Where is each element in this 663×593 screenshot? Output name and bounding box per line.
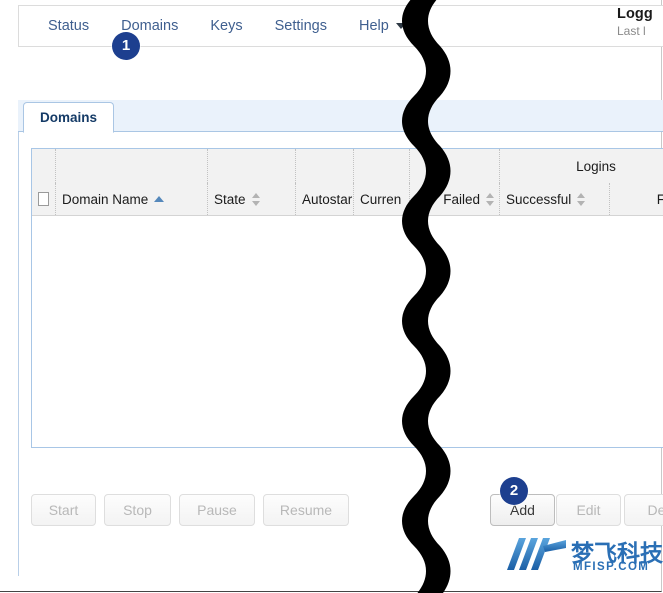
logged-in-label: Logg: [617, 6, 653, 22]
chevron-down-icon: [395, 23, 406, 29]
tab-label: Domains: [40, 110, 98, 125]
watermark-logo-icon: [507, 538, 566, 570]
application-window: Status Domains Keys Settings Help Logg L…: [0, 0, 663, 593]
nav-item-keys[interactable]: Keys: [194, 6, 258, 46]
nav-item-label: Help: [358, 18, 389, 34]
header-group-logins-label: Logins: [576, 158, 616, 174]
account-info: Logg Last l: [617, 6, 663, 38]
nav-item-label: Keys: [210, 18, 243, 34]
column-header-label: Faile: [656, 191, 663, 207]
stop-button[interactable]: Stop: [104, 494, 171, 526]
column-header-label: Failed: [443, 191, 480, 207]
column-header-label: Autostar: [302, 191, 353, 207]
pause-button[interactable]: Pause: [179, 494, 255, 526]
column-header-failed-2[interactable]: Faile: [610, 183, 663, 215]
column-header-autostart[interactable]: Autostar: [296, 183, 354, 215]
column-header-domain-name[interactable]: Domain Name: [56, 183, 208, 215]
column-header-state[interactable]: State: [208, 183, 296, 215]
grid-header-column-row: Domain Name State Autostar Curren Failed: [32, 183, 663, 215]
button-label: Resume: [279, 502, 333, 518]
grid-header-group-row: Logins: [32, 149, 663, 215]
step-badge-label: 2: [509, 482, 519, 499]
button-label: Start: [48, 502, 79, 518]
step-badge-2: 2: [500, 477, 528, 505]
sort-toggle-icon[interactable]: [577, 192, 586, 206]
domains-grid: Logins Domain Name State Autostar Curren…: [31, 148, 663, 448]
sort-toggle-icon[interactable]: [251, 192, 261, 206]
watermark: 梦飞科技 MFISP.COM: [505, 536, 663, 580]
resume-button[interactable]: Resume: [263, 494, 349, 526]
edit-button[interactable]: Edit: [556, 494, 621, 526]
sort-toggle-icon[interactable]: [486, 192, 495, 206]
nav-item-help[interactable]: Help: [343, 6, 422, 46]
column-header-successful[interactable]: Successful: [500, 183, 610, 215]
column-header-current[interactable]: Curren: [354, 183, 410, 215]
nav-item-label: Settings: [274, 18, 327, 34]
button-label: Stop: [123, 502, 152, 518]
sort-ascending-icon[interactable]: [154, 196, 165, 202]
header-group-logins: Logins: [500, 149, 663, 183]
watermark-text-en: MFISP.COM: [573, 561, 650, 573]
column-header-label: Successful: [506, 191, 572, 207]
tab-strip: Domains: [18, 100, 663, 133]
nav-item-status[interactable]: Status: [32, 6, 105, 46]
column-header-label: Domain Name: [62, 191, 149, 207]
delete-button[interactable]: De: [624, 494, 663, 526]
select-all-checkbox-cell[interactable]: [32, 183, 56, 215]
column-header-failed[interactable]: Failed: [410, 183, 500, 215]
start-button[interactable]: Start: [31, 494, 96, 526]
step-badge-1: 1: [112, 32, 140, 60]
tab-domains[interactable]: Domains: [23, 102, 115, 133]
last-login-label: Last l: [617, 24, 646, 38]
button-label: De: [647, 502, 663, 518]
select-all-checkbox[interactable]: [38, 192, 49, 206]
button-label: Edit: [576, 502, 601, 518]
grid-body-empty: [32, 217, 663, 447]
nav-item-label: Status: [48, 18, 90, 34]
button-label: Pause: [197, 502, 237, 518]
action-button-row: Start Stop Pause Resume Add Edit De: [31, 494, 663, 528]
column-header-label: State: [214, 191, 246, 207]
column-header-label: Curren: [360, 191, 402, 207]
step-badge-label: 1: [121, 37, 131, 54]
nav-item-settings[interactable]: Settings: [259, 6, 343, 46]
grid-header: Logins Domain Name State Autostar Curren…: [32, 149, 663, 216]
